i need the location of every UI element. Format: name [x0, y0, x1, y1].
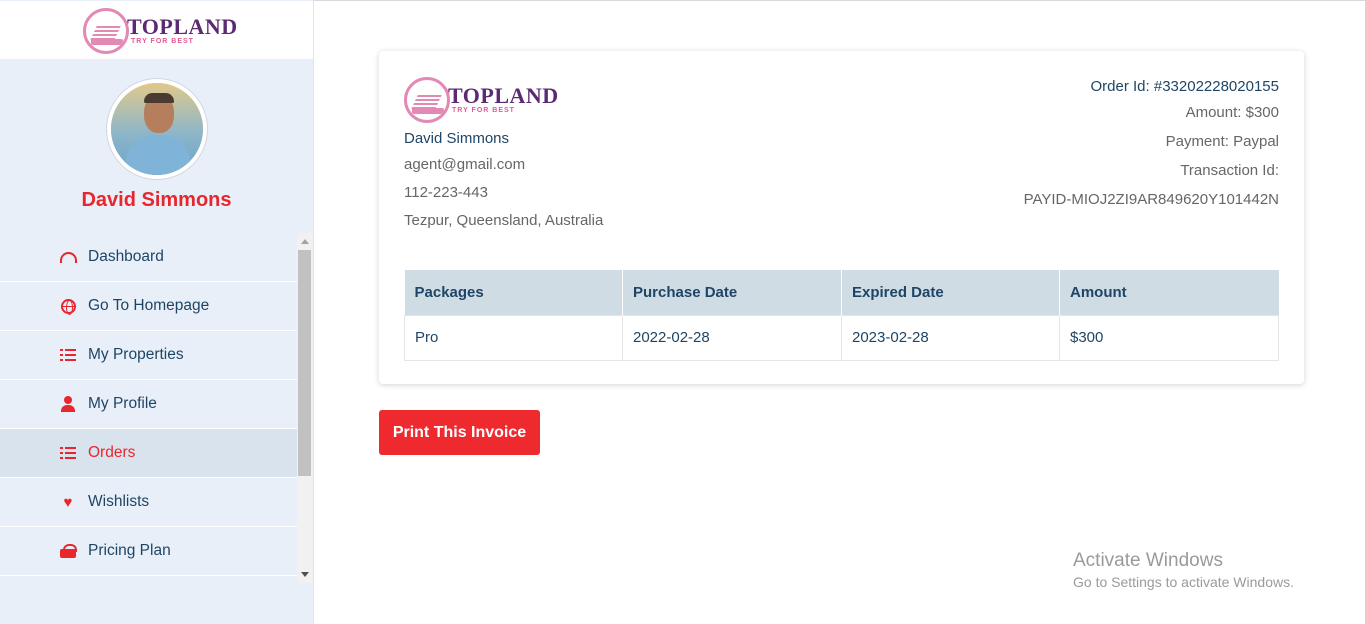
table-cell: 2023-02-28	[841, 314, 1060, 361]
sidebar-item-orders[interactable]: Orders	[0, 429, 297, 478]
sidebar-item-label: My Profile	[88, 395, 157, 412]
watermark-subtitle: Go to Settings to activate Windows.	[1073, 574, 1294, 590]
list-icon	[59, 444, 77, 462]
print-invoice-button[interactable]: Print This Invoice	[379, 410, 540, 455]
sidebar-item-label: Dashboard	[88, 248, 164, 265]
customer-info: David Simmons agent@gmail.com 112-223-44…	[404, 128, 603, 238]
transaction-id: PAYID-MIOJ2ZI9AR849620Y101442N	[1023, 191, 1279, 208]
watermark-title: Activate Windows	[1073, 550, 1223, 571]
gift-icon	[59, 542, 77, 560]
user-icon	[59, 395, 77, 413]
column-header: Purchase Date	[622, 270, 842, 315]
dashboard-icon	[59, 248, 77, 266]
windows-activation-watermark: Activate Windows Go to Settings to activ…	[1073, 549, 1294, 592]
sidebar-item-wishlists[interactable]: ♥ Wishlists	[0, 478, 297, 527]
sidebar-item-label: Wishlists	[88, 493, 150, 510]
table-cell: Pro	[404, 314, 623, 361]
order-id: Order Id: #33202228020155	[1090, 78, 1280, 95]
sidebar-item-label: My Properties	[88, 346, 184, 363]
column-header: Expired Date	[841, 270, 1060, 315]
transaction-label: Transaction Id:	[1180, 162, 1279, 179]
scroll-down-arrow-icon[interactable]	[301, 572, 309, 577]
site-logo[interactable]: TOPLAND TRY FOR BEST	[83, 8, 238, 54]
invoice-card: TOPLAND TRY FOR BEST David Simmons agent…	[379, 51, 1304, 384]
invoice-logo: TOPLAND TRY FOR BEST	[404, 77, 559, 123]
user-name: David Simmons	[81, 189, 232, 211]
scrollbar-thumb[interactable]	[298, 250, 311, 476]
customer-name: David Simmons	[404, 130, 510, 147]
table-cell: 2022-02-28	[622, 314, 842, 361]
sidebar-item-dashboard[interactable]: Dashboard	[0, 233, 297, 282]
customer-phone: 112-223-443	[404, 184, 488, 201]
payment-method: Payment: Paypal	[1165, 133, 1279, 150]
table-cell: $300	[1059, 314, 1279, 361]
sidebar-item-go-to-homepage[interactable]: Go To Homepage	[0, 282, 297, 331]
table-header-row: Packages Purchase Date Expired Date Amou…	[404, 270, 1279, 315]
logo-tagline: TRY FOR BEST	[452, 107, 515, 114]
logo-name: TOPLAND	[127, 14, 238, 39]
brand-header: TOPLAND TRY FOR BEST	[0, 1, 313, 59]
column-header: Amount	[1059, 270, 1279, 315]
globe-icon	[59, 297, 77, 315]
avatar	[107, 79, 207, 179]
column-header: Packages	[404, 270, 623, 315]
table-row: Pro 2022-02-28 2023-02-28 $300	[404, 314, 1279, 361]
sidebar-item-my-properties[interactable]: My Properties	[0, 331, 297, 380]
customer-address: Tezpur, Queensland, Australia	[404, 212, 604, 229]
logo-house-icon	[83, 8, 129, 54]
sidebar-item-my-profile[interactable]: My Profile	[0, 380, 297, 429]
sidebar-item-pricing-plan[interactable]: Pricing Plan	[0, 527, 297, 576]
logo-tagline: TRY FOR BEST	[131, 38, 194, 45]
sidebar-menu: Dashboard Go To Homepage My Properties M…	[0, 233, 297, 576]
sidebar-item-label: Orders	[88, 444, 136, 461]
logo-house-icon	[404, 77, 450, 123]
list-icon	[59, 346, 77, 364]
logo-name: TOPLAND	[448, 83, 559, 108]
heart-icon: ♥	[63, 493, 73, 511]
sidebar-item-label: Pricing Plan	[88, 542, 171, 559]
sidebar-item-label: Go To Homepage	[88, 297, 210, 314]
scroll-up-arrow-icon[interactable]	[301, 239, 309, 244]
order-info: Order Id: #33202228020155 Amount: $300 P…	[1024, 76, 1279, 218]
customer-email: agent@gmail.com	[404, 156, 526, 173]
order-amount: Amount: $300	[1185, 104, 1279, 121]
invoice-table: Packages Purchase Date Expired Date Amou…	[404, 270, 1279, 361]
sidebar: TOPLAND TRY FOR BEST David Simmons Dashb…	[0, 0, 314, 624]
sidebar-scrollbar[interactable]	[297, 233, 313, 583]
